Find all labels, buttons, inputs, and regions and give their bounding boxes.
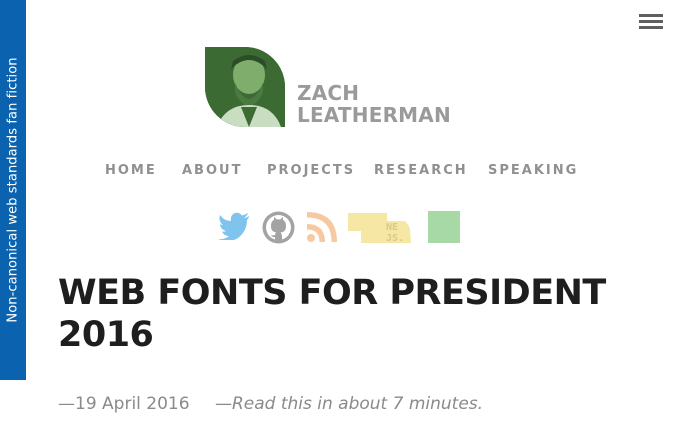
logo-last-name: LEATHERMAN — [297, 103, 451, 127]
avatar-portrait-icon — [205, 47, 285, 127]
hamburger-menu-icon[interactable] — [639, 14, 663, 30]
twitter-icon[interactable] — [218, 212, 250, 244]
nebraska-js-icon[interactable]: NE JS. — [347, 211, 413, 249]
menu-bar — [639, 26, 663, 29]
nav-item-speaking[interactable]: SPEAKING — [488, 163, 578, 178]
rss-icon[interactable] — [306, 211, 338, 247]
nav-item-about[interactable]: ABOUT — [182, 163, 242, 178]
logo-name: ZACH LEATHERMAN — [297, 82, 451, 126]
nav-item-projects[interactable]: PROJECTS — [267, 163, 355, 178]
menu-bar — [639, 20, 663, 23]
logo-first-name: ZACH — [297, 81, 360, 105]
site-logo-link[interactable]: ZACH LEATHERMAN — [205, 47, 451, 127]
nav-item-research[interactable]: RESEARCH — [374, 163, 468, 178]
nebraska-js-label-js: JS. — [386, 233, 404, 244]
nebraska-js-label-ne: NE — [386, 222, 398, 233]
avatar — [205, 47, 285, 127]
side-banner-text: Non-canonical web standards fan fiction — [5, 57, 21, 323]
github-icon[interactable] — [262, 211, 295, 248]
nav-item-home[interactable]: HOME — [105, 163, 157, 178]
menu-bar — [639, 14, 663, 17]
social-icons: NE JS. — [0, 209, 677, 245]
side-banner[interactable]: Non-canonical web standards fan fiction — [0, 0, 26, 380]
page: Non-canonical web standards fan fiction … — [0, 0, 677, 427]
post-title: WEB FONTS FOR PRESIDENT 2016 — [58, 273, 606, 355]
post-meta: —19 April 2016 —Read this in about 7 min… — [58, 394, 483, 414]
green-square-icon[interactable] — [428, 211, 460, 247]
post-read-time: —Read this in about 7 minutes. — [214, 394, 484, 414]
post-date: —19 April 2016 — [58, 394, 190, 414]
